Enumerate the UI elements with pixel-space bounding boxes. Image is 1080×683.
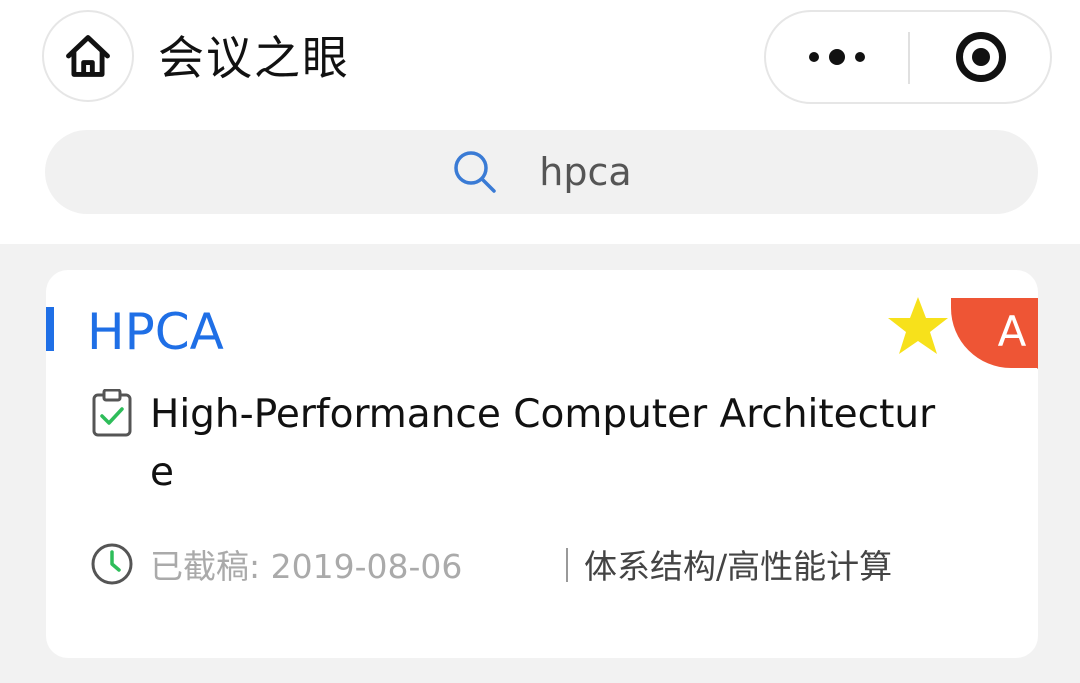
more-button[interactable] <box>766 12 908 102</box>
home-icon <box>66 35 110 77</box>
mini-program-capsule <box>764 10 1052 104</box>
search-icon <box>454 151 497 193</box>
app-title: 会议之眼 <box>158 31 350 85</box>
more-dots-icon <box>809 52 819 62</box>
search-bar[interactable]: hpca <box>45 130 1038 214</box>
close-button[interactable] <box>910 12 1052 102</box>
conference-card[interactable]: HPCA A High-Performance Computer Archite… <box>46 270 1038 658</box>
clipboard-check-icon <box>92 389 132 437</box>
category-text: 体系结构/高性能计算 <box>584 547 893 586</box>
rank-badge-fold <box>1037 368 1038 394</box>
home-button[interactable] <box>42 10 134 102</box>
rank-badge: A <box>951 298 1038 368</box>
conference-abbreviation: HPCA <box>87 303 224 361</box>
star-icon[interactable] <box>886 295 950 357</box>
rank-label: A <box>997 306 1027 356</box>
accent-bar <box>46 307 54 351</box>
meta-divider <box>566 548 568 582</box>
deadline-text: 已截稿: 2019-08-06 <box>150 547 463 586</box>
top-bar: 会议之眼 hpca <box>0 0 1080 244</box>
target-circle-icon <box>956 32 1006 82</box>
search-input[interactable]: hpca <box>539 150 631 194</box>
conference-full-name: High-Performance Computer Architecture <box>150 392 936 495</box>
clock-icon <box>91 543 133 585</box>
